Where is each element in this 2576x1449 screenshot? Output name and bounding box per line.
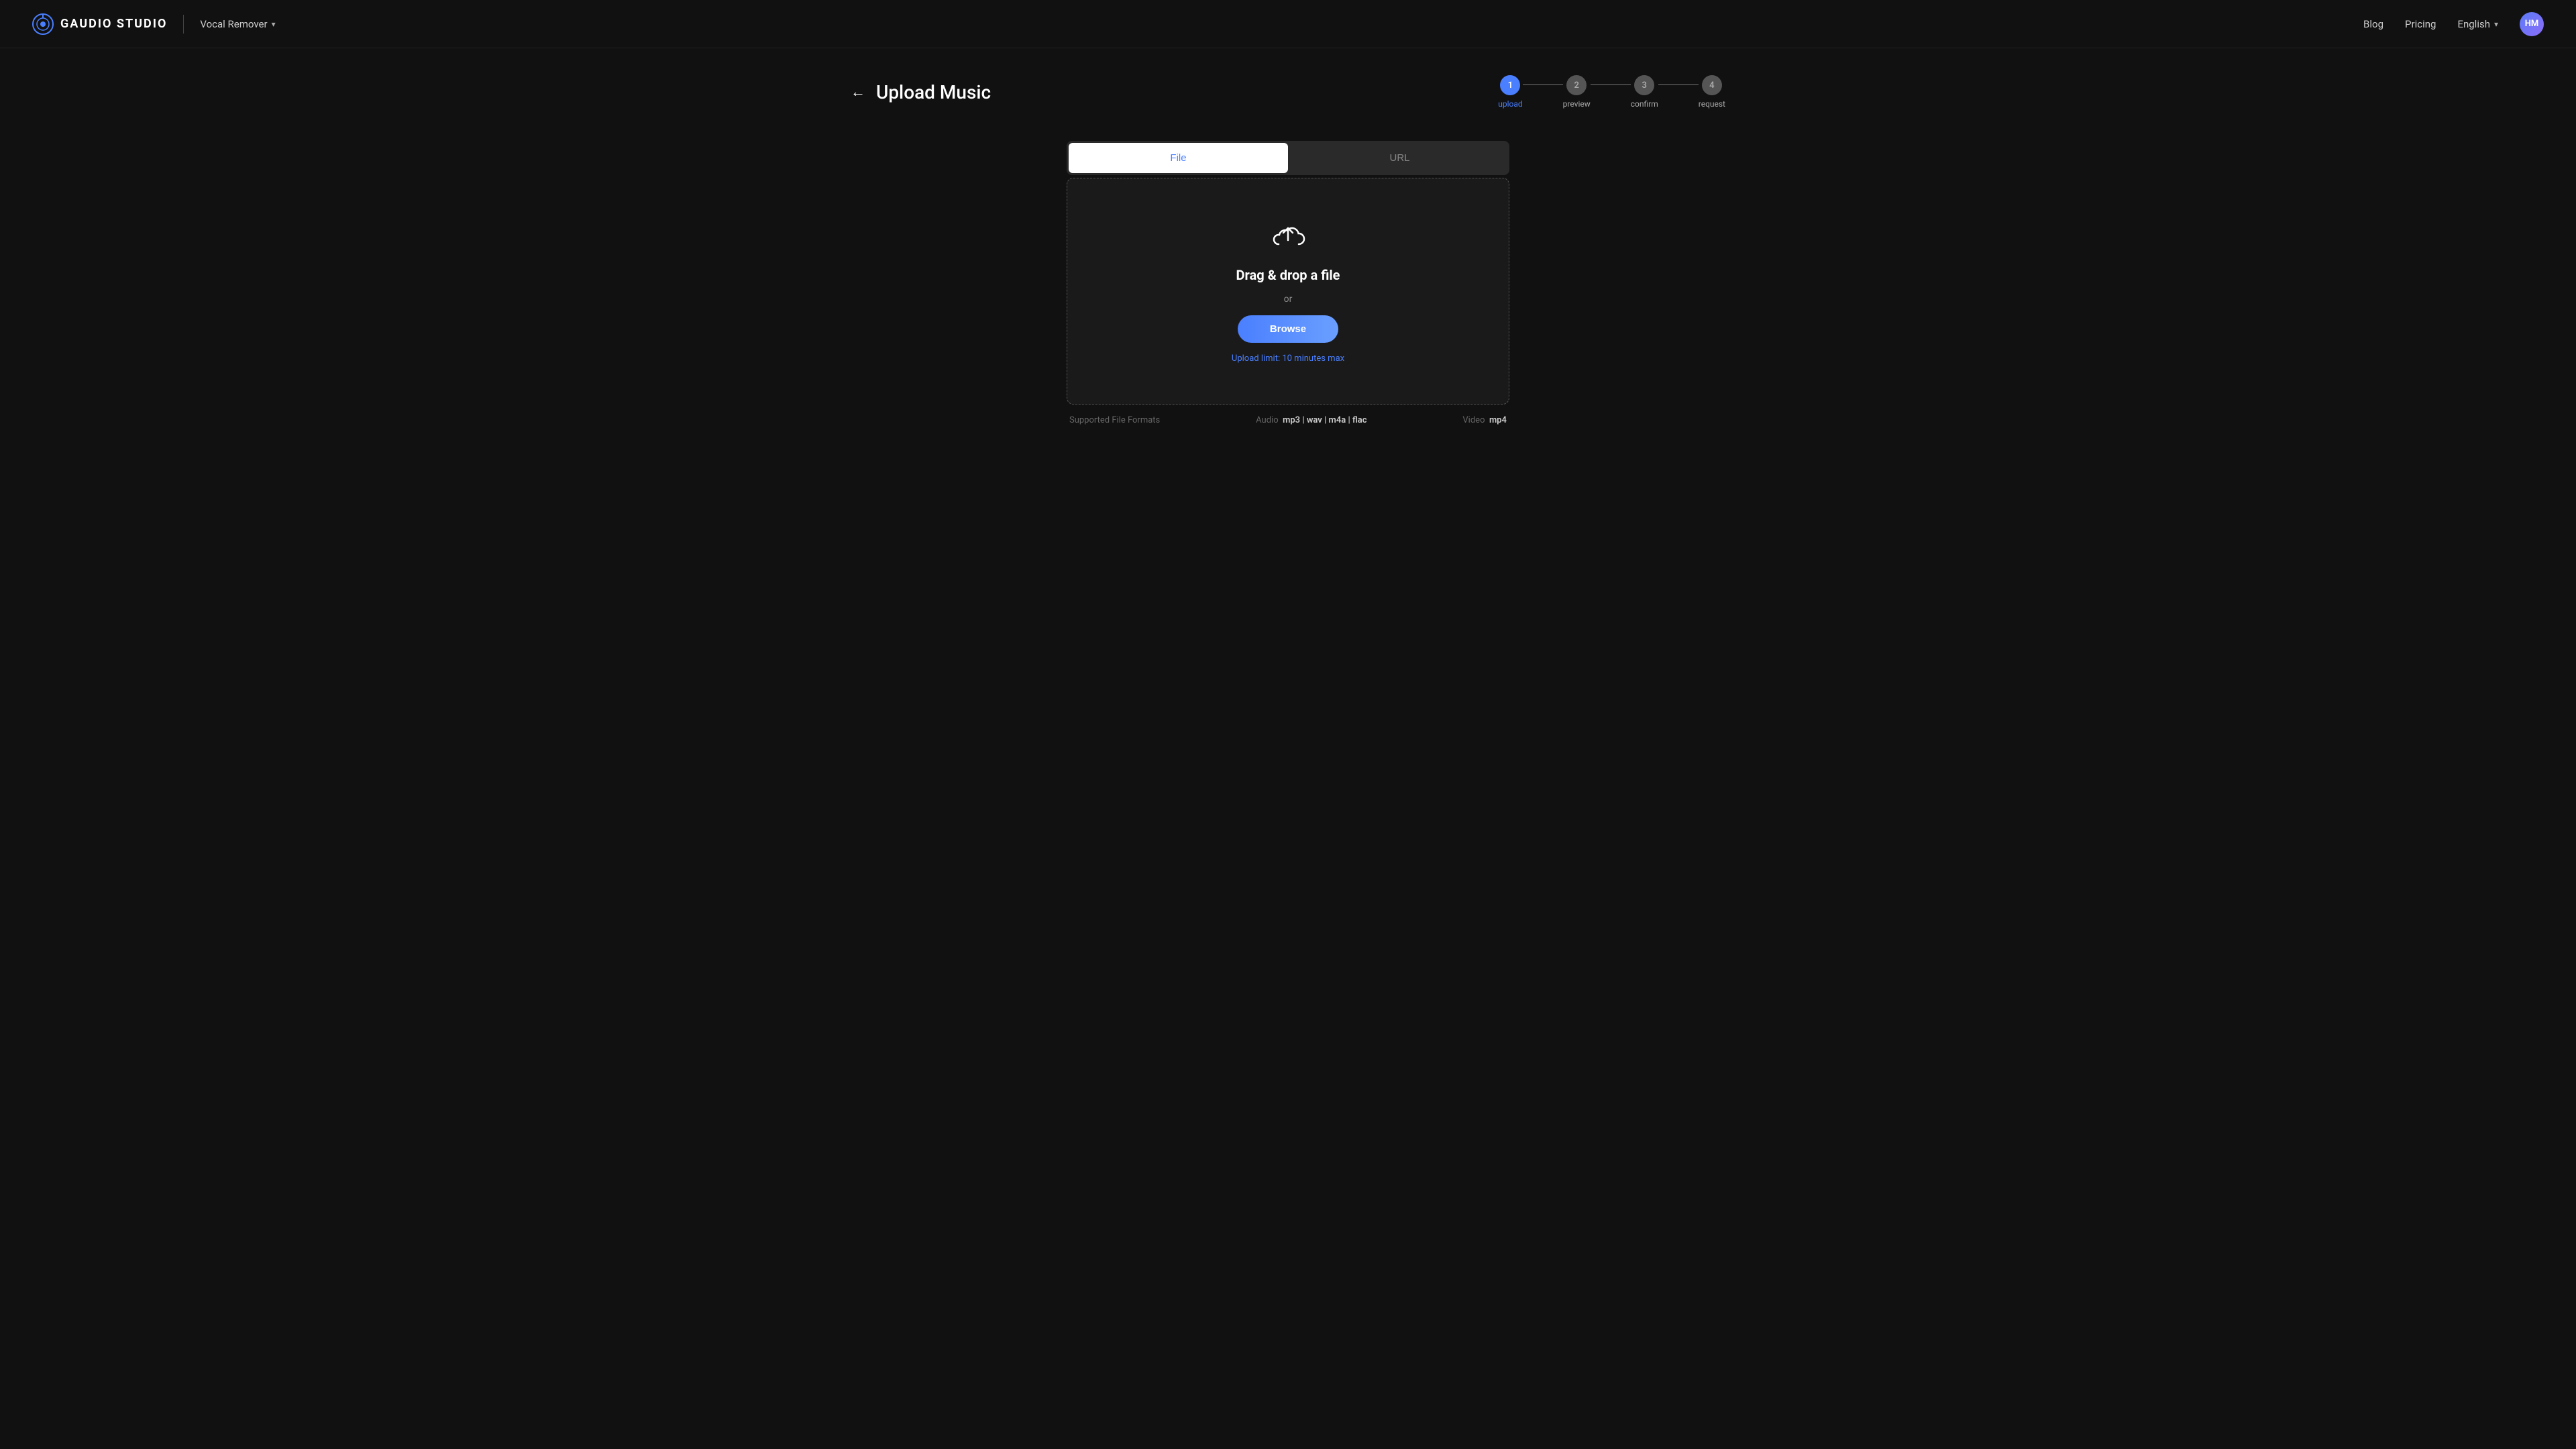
- step-4-circle: 4: [1702, 75, 1722, 95]
- upload-cloud-icon: [1269, 219, 1307, 256]
- video-format-values: mp4: [1489, 415, 1507, 425]
- pricing-link[interactable]: Pricing: [2405, 18, 2436, 30]
- step-1-number: 1: [1508, 80, 1513, 91]
- navbar-right: Blog Pricing English ▾ HM: [2363, 12, 2544, 36]
- language-chevron-icon: ▾: [2494, 19, 2498, 29]
- audio-format-values: mp3 | wav | m4a | flac: [1283, 415, 1366, 425]
- step-3-circle: 3: [1634, 75, 1654, 95]
- step-2-number: 2: [1574, 80, 1578, 91]
- browse-button[interactable]: Browse: [1238, 315, 1338, 343]
- tab-bar: File URL: [1067, 141, 1509, 175]
- language-selector[interactable]: English ▾: [2457, 18, 2498, 30]
- step-3-number: 3: [1642, 80, 1647, 91]
- product-selector[interactable]: Vocal Remover ▾: [200, 18, 275, 30]
- step-connector-3-4: [1658, 84, 1699, 85]
- step-connector-1-2: [1523, 84, 1563, 85]
- navbar-left: GAUDIO STUDIO Vocal Remover ▾: [32, 13, 276, 35]
- drag-drop-text: Drag & drop a file: [1236, 267, 1340, 283]
- upload-limit-suffix: max: [1326, 354, 1344, 364]
- step-2-circle: 2: [1566, 75, 1587, 95]
- step-4-label: request: [1699, 99, 1725, 109]
- navbar: GAUDIO STUDIO Vocal Remover ▾ Blog Prici…: [0, 0, 2576, 48]
- step-4: 4 request: [1699, 75, 1725, 109]
- step-2: 2 preview: [1563, 75, 1591, 109]
- upload-limit-prefix: Upload limit:: [1232, 354, 1282, 364]
- main-content: ← Upload Music 1 upload 2 preview 3: [818, 48, 1758, 452]
- blog-link[interactable]: Blog: [2363, 18, 2383, 30]
- step-1-label: upload: [1498, 99, 1522, 109]
- logo-text: GAUDIO STUDIO: [60, 17, 167, 31]
- video-formats: Video mp4: [1462, 415, 1507, 425]
- audio-label: Audio: [1256, 415, 1278, 425]
- product-name: Vocal Remover: [200, 18, 267, 30]
- back-button[interactable]: ←: [851, 83, 865, 101]
- step-3-label: confirm: [1631, 99, 1658, 109]
- or-text: or: [1284, 294, 1293, 305]
- video-label: Video: [1462, 415, 1485, 425]
- formats-bar: Supported File Formats Audio mp3 | wav |…: [1067, 405, 1509, 425]
- logo-icon: [32, 13, 54, 35]
- logo[interactable]: GAUDIO STUDIO: [32, 13, 167, 35]
- step-connector-2-3: [1591, 84, 1631, 85]
- drop-zone[interactable]: Drag & drop a file or Browse Upload limi…: [1067, 178, 1509, 405]
- file-tab[interactable]: File: [1069, 143, 1288, 173]
- upload-limit-highlight: 10 minutes: [1282, 354, 1326, 364]
- audio-formats: Audio mp3 | wav | m4a | flac: [1256, 415, 1366, 425]
- page-title-area: ← Upload Music: [851, 81, 991, 103]
- step-indicator: 1 upload 2 preview 3 confirm: [1498, 75, 1725, 109]
- upload-limit: Upload limit: 10 minutes max: [1232, 354, 1344, 364]
- url-tab[interactable]: URL: [1290, 141, 1509, 175]
- formats-label: Supported File Formats: [1069, 415, 1160, 425]
- upload-container: File URL Drag & drop a file or Browse Up…: [1067, 141, 1509, 425]
- step-3: 3 confirm: [1631, 75, 1658, 109]
- page-title: Upload Music: [876, 81, 991, 103]
- step-4-number: 4: [1709, 80, 1714, 91]
- avatar[interactable]: HM: [2520, 12, 2544, 36]
- step-2-label: preview: [1563, 99, 1591, 109]
- nav-divider: [183, 15, 184, 34]
- chevron-down-icon: ▾: [272, 19, 276, 29]
- language-label: English: [2457, 18, 2490, 30]
- page-header: ← Upload Music 1 upload 2 preview 3: [851, 75, 1725, 109]
- step-1-circle: 1: [1500, 75, 1520, 95]
- step-1: 1 upload: [1498, 75, 1522, 109]
